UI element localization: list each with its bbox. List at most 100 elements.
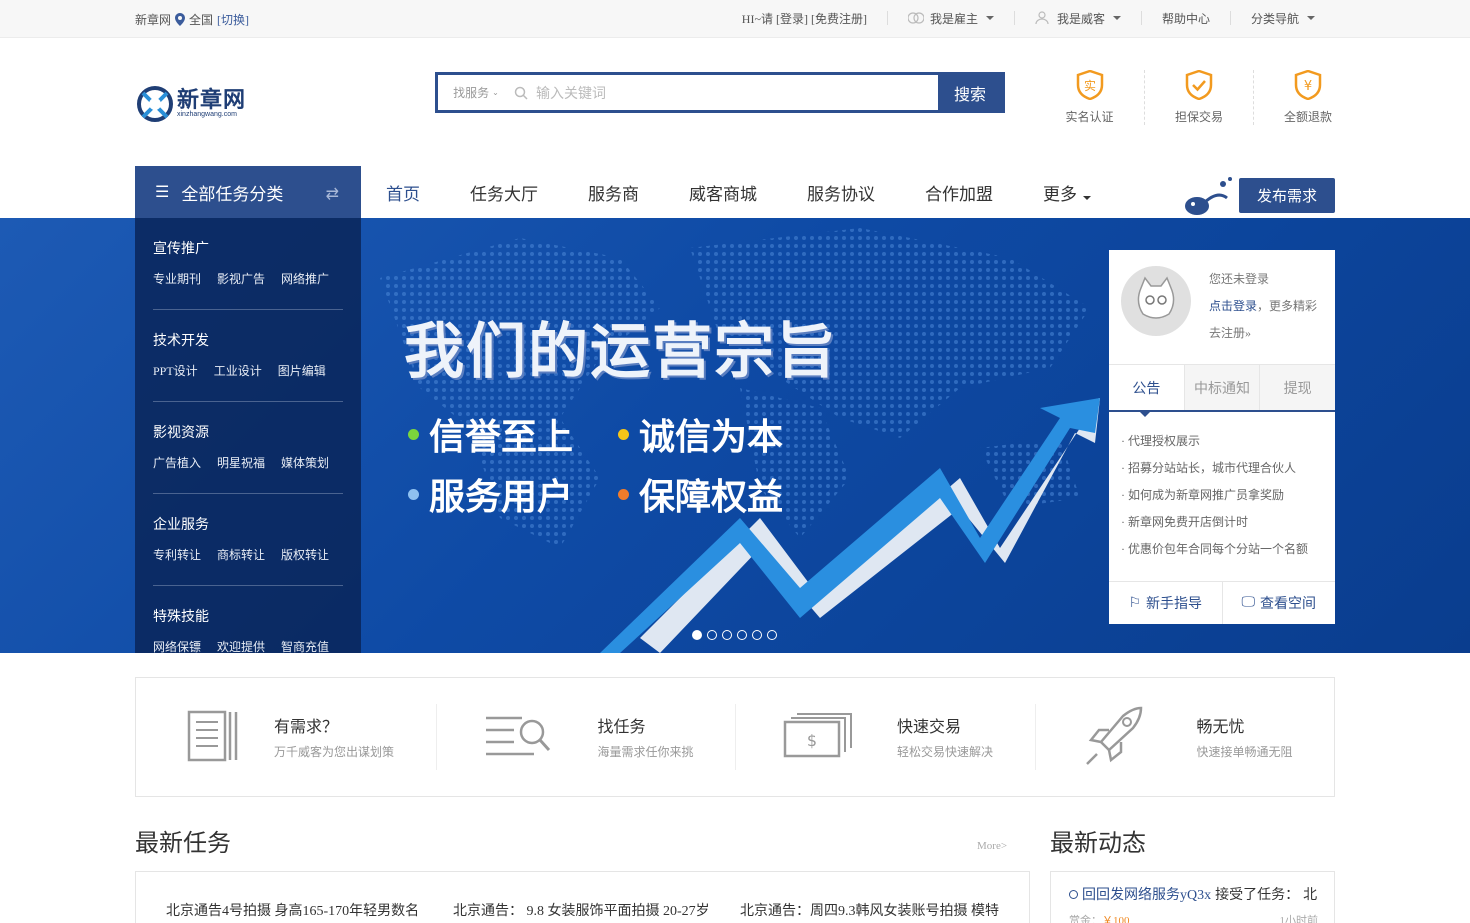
- carousel-dot[interactable]: [707, 630, 717, 640]
- search-icon: [514, 86, 528, 100]
- top-bar: 新章网 全国 [切换] HI~请 [登录] [免费注册] 我是雇主 我是威客 帮…: [0, 0, 1470, 38]
- shield-yen-icon: ¥: [1294, 69, 1322, 101]
- notice-tabs: 公告 中标通知 提现: [1109, 364, 1336, 412]
- category-link[interactable]: 影视广告: [217, 270, 265, 287]
- nav-mall[interactable]: 威客商城: [664, 180, 782, 205]
- main-nav: ☰ 全部任务分类 ⇄ 首页 任务大厅 服务商 威客商城 服务协议 合作加盟 更多…: [0, 166, 1470, 218]
- category-link[interactable]: 专利转让: [153, 546, 201, 563]
- task-item[interactable]: 北京通告：周四9.3韩风女装账号拍摄 模特: [740, 900, 1027, 923]
- switch-region-link[interactable]: [切换]: [217, 11, 249, 28]
- handshake-icon: [907, 12, 924, 24]
- category-link[interactable]: 广告植入: [153, 454, 201, 471]
- category-link[interactable]: 网络保镖: [153, 638, 201, 655]
- category-link[interactable]: 工业设计: [214, 362, 262, 379]
- active-tab-pointer: [1140, 412, 1150, 417]
- latest-task-list: 北京通告4号拍摄 身高165-170年轻男数名 北京通告： 9.8 女装服饰平面…: [135, 871, 1030, 923]
- employer-menu[interactable]: 我是雇主: [886, 11, 1014, 26]
- user-icon: [1035, 11, 1049, 25]
- tab-winning-notice[interactable]: 中标通知: [1183, 365, 1260, 410]
- latest-tasks-title: 最新任务: [135, 831, 231, 857]
- nav-agreement[interactable]: 服务协议: [782, 180, 900, 205]
- search-button[interactable]: 搜索: [938, 75, 1002, 110]
- category-title[interactable]: 企业服务: [153, 514, 343, 534]
- logo-mark-icon: [137, 86, 173, 122]
- rocket-icon: [1085, 706, 1142, 765]
- login-status: 您还未登录: [1209, 272, 1270, 286]
- tab-withdraw[interactable]: 提现: [1259, 365, 1336, 410]
- feature-item[interactable]: 有需求？ 万千威客为您出谋划策: [136, 678, 436, 796]
- category-link[interactable]: PPT设计: [153, 362, 198, 379]
- category-link[interactable]: 媒体策划: [281, 454, 329, 471]
- category-link[interactable]: 欢迎提供: [217, 638, 265, 655]
- carousel-dot[interactable]: [767, 630, 777, 640]
- logo-domain: xinzhangwang.com: [177, 110, 237, 118]
- cat-avatar-icon: [1137, 276, 1175, 319]
- notice-item[interactable]: · 如何成为新章网推广员拿奖励: [1121, 482, 1308, 509]
- category-title[interactable]: 特殊技能: [153, 606, 343, 626]
- guarantee-escrow: 担保交易: [1144, 69, 1253, 125]
- register-link[interactable]: 去注册»: [1209, 320, 1317, 347]
- category-group: 技术开发 PPT设计 工业设计 图片编辑: [153, 310, 343, 402]
- category-link[interactable]: 网络推广: [281, 270, 329, 287]
- flag-icon: ⚐: [1128, 595, 1142, 611]
- help-center-link[interactable]: 帮助中心: [1140, 11, 1230, 26]
- publish-request-button[interactable]: 发布需求: [1239, 178, 1335, 213]
- news-list: 回回发网络服务yQ3x 接受了任务： 北京通告 赏金：￥1001小时前: [1050, 871, 1335, 923]
- banner-slogan: 我们的运营宗旨: [404, 317, 838, 387]
- notice-list: · 代理授权展示 · 招募分站站长，城市代理合伙人 · 如何成为新章网推广员拿奖…: [1121, 428, 1308, 563]
- login-register-links[interactable]: HI~请 [登录] [免费注册]: [722, 11, 887, 26]
- nav-franchise[interactable]: 合作加盟: [900, 180, 1018, 205]
- category-link[interactable]: 专业期刊: [153, 270, 201, 287]
- category-title[interactable]: 宣传推广: [153, 238, 343, 258]
- nav-home[interactable]: 首页: [361, 180, 445, 205]
- avatar[interactable]: [1121, 266, 1191, 336]
- carousel-dot[interactable]: [722, 630, 732, 640]
- site-name: 新章网: [135, 13, 172, 27]
- notice-item[interactable]: · 代理授权展示: [1121, 428, 1308, 455]
- category-title[interactable]: 影视资源: [153, 422, 343, 442]
- carousel-dots: [692, 630, 777, 640]
- category-group: 企业服务 专利转让 商标转让 版权转让: [153, 494, 343, 586]
- witkey-menu[interactable]: 我是威客: [1013, 11, 1141, 26]
- guarantee-realname: 实 实名认证: [1035, 69, 1144, 125]
- category-title[interactable]: 技术开发: [153, 330, 343, 350]
- nav-more[interactable]: 更多: [1018, 180, 1116, 205]
- view-space-button[interactable]: 🖵 查看空间: [1221, 582, 1336, 624]
- notice-item[interactable]: · 新章网免费开店倒计时: [1121, 509, 1308, 536]
- category-link[interactable]: 明星祝福: [217, 454, 265, 471]
- notice-item[interactable]: · 招募分站站长，城市代理合伙人: [1121, 455, 1308, 482]
- search-input[interactable]: 输入关键词: [514, 75, 938, 110]
- nav-task-hall[interactable]: 任务大厅: [445, 180, 563, 205]
- task-item[interactable]: 北京通告： 9.8 女装服饰平面拍摄 20-27岁: [453, 900, 740, 923]
- category-nav-menu[interactable]: 分类导航: [1229, 11, 1335, 26]
- chevron-down-icon: [1083, 195, 1092, 200]
- tab-announcement[interactable]: 公告: [1109, 365, 1184, 410]
- feature-item[interactable]: 畅无忧 快速接单畅通无阻: [1034, 678, 1335, 796]
- nav-providers[interactable]: 服务商: [563, 180, 664, 205]
- login-link[interactable]: 点击登录: [1209, 299, 1257, 313]
- carousel-dot[interactable]: [752, 630, 762, 640]
- news-item[interactable]: 回回发网络服务yQ3x 接受了任务： 北京通告: [1069, 884, 1318, 904]
- header: 新章网 xinzhangwang.com 找服务 ⌄ 输入关键词 搜索 实 实名认…: [0, 38, 1470, 166]
- carousel-dot[interactable]: [737, 630, 747, 640]
- more-link[interactable]: More>: [977, 840, 1007, 852]
- category-link[interactable]: 图片编辑: [278, 362, 326, 379]
- search-bar: 找服务 ⌄ 输入关键词 搜索: [435, 72, 1005, 113]
- search-type-select[interactable]: 找服务 ⌄: [438, 75, 514, 110]
- bullet-dot: [618, 428, 629, 440]
- notice-item[interactable]: · 优惠价包年合同每个分站一个名额: [1121, 536, 1308, 563]
- all-categories-button[interactable]: ☰ 全部任务分类 ⇄: [135, 166, 361, 218]
- feature-item[interactable]: 找任务 海量需求任你来挑: [435, 678, 736, 796]
- site-logo[interactable]: 新章网 xinzhangwang.com: [135, 83, 246, 123]
- newbie-guide-button[interactable]: ⚐ 新手指导: [1109, 582, 1222, 624]
- switch-arrows-icon: ⇄: [325, 186, 339, 203]
- category-link[interactable]: 智商充值: [281, 638, 329, 655]
- svg-text:$: $: [807, 731, 817, 750]
- task-item[interactable]: 北京通告4号拍摄 身高165-170年轻男数名: [166, 900, 453, 923]
- feature-item[interactable]: $ 快速交易 轻松交易快速解决: [735, 678, 1035, 796]
- category-link[interactable]: 版权转让: [281, 546, 329, 563]
- svg-text:实: 实: [1083, 78, 1095, 93]
- category-group: 影视资源 广告植入 明星祝福 媒体策划: [153, 402, 343, 494]
- carousel-dot[interactable]: [692, 630, 702, 640]
- category-link[interactable]: 商标转让: [217, 546, 265, 563]
